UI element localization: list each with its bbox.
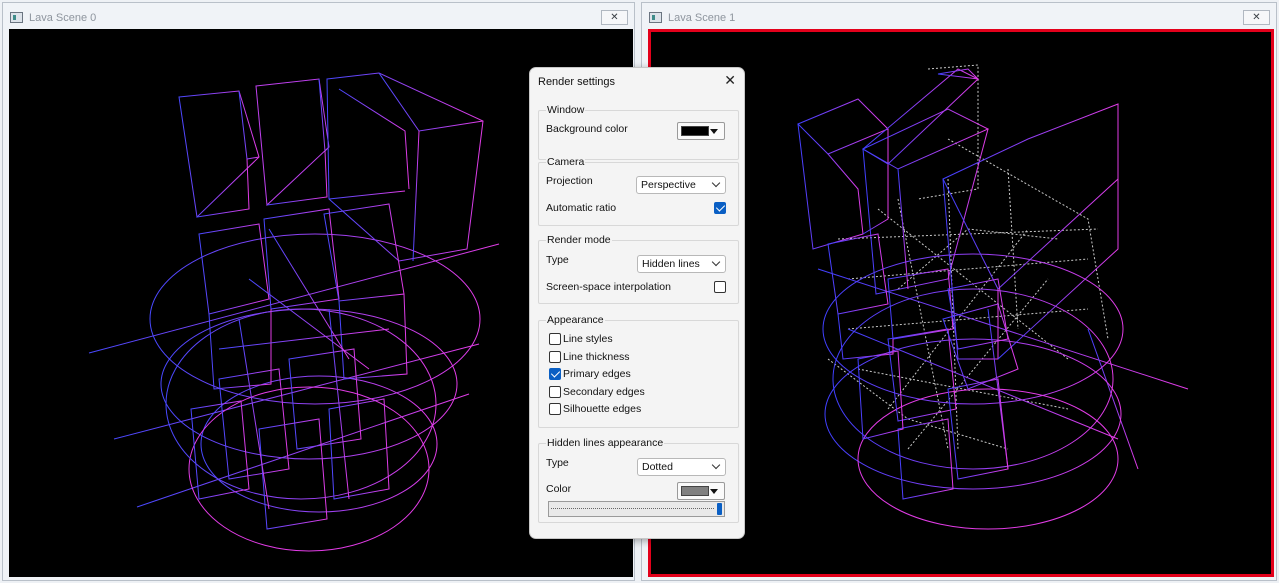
- primary-edges-checkbox[interactable]: [549, 368, 561, 380]
- titlebar[interactable]: Lava Scene 1 ✕: [642, 3, 1276, 29]
- render-settings-dialog[interactable]: Render settings ✕ Window Background colo…: [529, 67, 745, 539]
- chevron-down-icon: [711, 257, 721, 267]
- hidden-type-label: Type: [546, 457, 569, 469]
- render-type-value: Hidden lines: [642, 258, 700, 270]
- close-icon[interactable]: ✕: [724, 72, 736, 89]
- group-title: Camera: [546, 156, 586, 168]
- automatic-ratio-label: Automatic ratio: [546, 202, 617, 214]
- secondary-edges-label: Secondary edges: [563, 386, 645, 398]
- background-color-label: Background color: [546, 123, 628, 135]
- projection-value: Perspective: [641, 179, 696, 191]
- hidden-lines-group: Hidden lines appearance Type Dotted Colo…: [538, 437, 739, 523]
- color-swatch: [681, 486, 709, 496]
- window-icon: [10, 12, 23, 23]
- render-type-label: Type: [546, 254, 569, 266]
- opacity-slider[interactable]: [548, 501, 725, 517]
- titlebar[interactable]: Lava Scene 0 ✕: [3, 3, 634, 29]
- slider-track: [551, 508, 714, 509]
- slider-thumb[interactable]: [717, 503, 722, 515]
- hidden-color-picker[interactable]: [677, 482, 725, 500]
- render-mode-group: Render mode Type Hidden lines Screen-spa…: [538, 234, 739, 304]
- secondary-edges-checkbox[interactable]: [549, 386, 561, 398]
- window-title: Lava Scene 1: [668, 12, 736, 24]
- group-title: Window: [546, 104, 586, 116]
- window-group: Window Background color: [538, 104, 739, 160]
- chevron-down-icon: [711, 460, 721, 470]
- silhouette-edges-checkbox[interactable]: [549, 403, 561, 415]
- chevron-down-icon: [710, 129, 718, 134]
- appearance-group: Appearance Line styles Line thickness Pr…: [538, 314, 739, 428]
- ssi-checkbox[interactable]: [714, 281, 726, 293]
- line-thickness-checkbox[interactable]: [549, 351, 561, 363]
- group-title: Render mode: [546, 234, 612, 246]
- silhouette-edges-label: Silhouette edges: [563, 403, 642, 415]
- hidden-type-value: Dotted: [642, 461, 673, 473]
- group-title: Appearance: [546, 314, 605, 326]
- line-styles-checkbox[interactable]: [549, 333, 561, 345]
- close-button[interactable]: ✕: [601, 10, 628, 25]
- render-type-select[interactable]: Hidden lines: [637, 255, 726, 273]
- close-button[interactable]: ✕: [1243, 10, 1270, 25]
- window-icon: [649, 12, 662, 23]
- window-title: Lava Scene 0: [29, 12, 97, 24]
- projection-select[interactable]: Perspective: [636, 176, 726, 194]
- primary-edges-label: Primary edges: [563, 368, 631, 380]
- color-swatch: [681, 126, 709, 136]
- automatic-ratio-checkbox[interactable]: [714, 202, 726, 214]
- chevron-down-icon: [711, 178, 721, 188]
- projection-label: Projection: [546, 175, 593, 187]
- hidden-type-select[interactable]: Dotted: [637, 458, 726, 476]
- hidden-color-label: Color: [546, 483, 572, 495]
- dialog-title: Render settings: [538, 76, 616, 88]
- chevron-down-icon: [710, 489, 718, 494]
- background-color-picker[interactable]: [677, 122, 725, 140]
- line-thickness-label: Line thickness: [563, 351, 630, 363]
- camera-group: Camera Projection Perspective Automatic …: [538, 156, 739, 226]
- ssi-label: Screen-space interpolation: [546, 281, 671, 293]
- group-title: Hidden lines appearance: [546, 437, 665, 449]
- line-styles-label: Line styles: [563, 333, 613, 345]
